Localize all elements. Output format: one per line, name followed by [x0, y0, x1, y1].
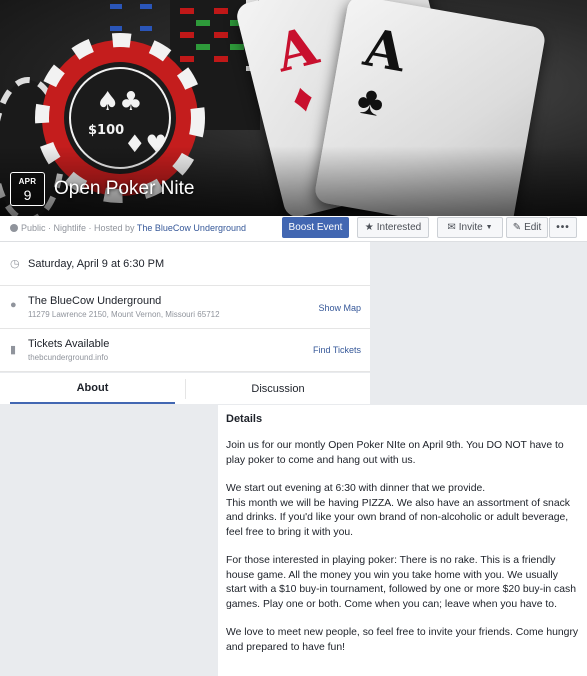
details-line: This month we will be having PIZZA. We a… — [226, 497, 571, 538]
event-action-bar: Public · Nightlife · Hosted by The BlueC… — [0, 216, 587, 242]
event-tickets-row: ▮ Tickets Available thebcunderground.inf… — [0, 329, 370, 372]
boost-event-button[interactable]: Boost Event — [282, 217, 349, 238]
more-options-label: ••• — [556, 222, 570, 233]
date-month: APR — [18, 177, 37, 186]
event-datetime: Saturday, April 9 at 6:30 PM — [28, 258, 165, 270]
tickets-title: Tickets Available — [28, 338, 110, 350]
find-tickets-link[interactable]: Find Tickets — [313, 345, 361, 355]
location-name[interactable]: The BlueCow Underground — [28, 295, 161, 307]
location-address: 11279 Lawrence 2150, Mount Vernon, Misso… — [28, 310, 220, 319]
event-date-badge: APR 9 — [10, 172, 45, 206]
ticket-icon: ▮ — [10, 344, 17, 356]
envelope-icon: ✉ — [447, 222, 456, 233]
invite-label: Invite — [458, 222, 483, 233]
invite-button[interactable]: ✉ Invite ▼ — [437, 217, 503, 238]
interested-label: Interested — [376, 222, 422, 233]
event-title: Open Poker Nite — [54, 178, 195, 199]
star-icon: ★ — [364, 222, 374, 233]
details-paragraph: We love to meet new people, so feel free… — [226, 627, 579, 653]
svg-text:$100: $100 — [88, 123, 124, 138]
event-cover-photo: ♠♣ $100 ♦♥ A ♦ A ♣ APR 9 Open Poker Nite — [0, 0, 587, 216]
tab-about[interactable]: About — [10, 373, 175, 404]
more-options-button[interactable]: ••• — [549, 217, 577, 238]
svg-text:♠♣: ♠♣ — [96, 87, 143, 117]
event-date-row: ◷ Saturday, April 9 at 6:30 PM — [0, 242, 370, 286]
details-line: We start out evening at 6:30 with dinner… — [226, 483, 486, 494]
chevron-down-icon: ▼ — [485, 224, 493, 231]
details-heading: Details — [226, 413, 263, 425]
details-paragraph: For those interested in playing poker: T… — [226, 555, 577, 610]
host-link[interactable]: The BlueCow Underground — [137, 223, 246, 233]
boost-event-label: Boost Event — [288, 222, 343, 233]
date-day: 9 — [23, 187, 32, 203]
edit-button[interactable]: ✎ Edit — [506, 217, 548, 238]
edit-label: Edit — [524, 222, 542, 233]
event-meta: Public · Nightlife · Hosted by The BlueC… — [10, 223, 246, 233]
visibility-label: Public — [21, 223, 46, 233]
details-paragraph: We start out evening at 6:30 with dinner… — [226, 482, 579, 540]
event-location-row: ● The BlueCow Underground 11279 Lawrence… — [0, 286, 370, 329]
interested-button[interactable]: ★ Interested — [357, 217, 429, 238]
details-paragraph: Join us for our montly Open Poker NIte o… — [226, 440, 564, 466]
event-info-card: ◷ Saturday, April 9 at 6:30 PM ● The Blu… — [0, 242, 370, 372]
event-details-panel: Details Join us for our montly Open Poke… — [218, 405, 587, 676]
map-pin-icon: ● — [10, 299, 17, 311]
pencil-icon: ✎ — [512, 222, 522, 233]
show-map-link[interactable]: Show Map — [318, 303, 361, 313]
clock-icon: ◷ — [10, 258, 20, 270]
globe-icon — [10, 224, 18, 232]
event-tabs: About Discussion — [0, 373, 370, 404]
tickets-site[interactable]: thebcunderground.info — [28, 353, 108, 362]
category-label: Nightlife — [53, 223, 87, 233]
hosted-by-label: Hosted by — [94, 223, 135, 233]
tab-discussion[interactable]: Discussion — [185, 379, 370, 399]
